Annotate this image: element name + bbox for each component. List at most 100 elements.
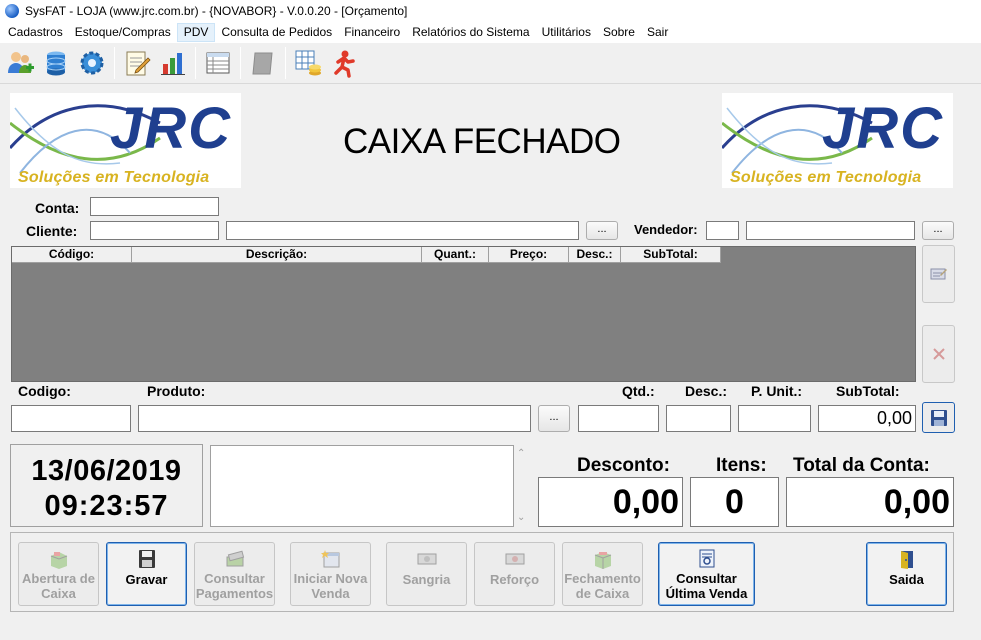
current-date: 13/06/2019 [31, 455, 182, 487]
toolbar-separator [240, 47, 241, 79]
desc-label: Desc.: [685, 383, 728, 399]
delete-item-button[interactable] [922, 325, 955, 383]
settings-gear-icon[interactable] [75, 46, 109, 80]
delete-x-icon [932, 348, 945, 360]
company-logo-right: JRC Soluções em Tecnologia [722, 93, 953, 188]
punit-input[interactable] [738, 405, 811, 432]
toolbar-separator [195, 47, 196, 79]
action-bar: Abertura de Caixa Gravar Consultar Pagam… [10, 532, 954, 612]
vendedor-search-button[interactable]: ... [922, 221, 954, 240]
bar-chart-icon[interactable] [156, 46, 190, 80]
notes-memo[interactable] [210, 445, 514, 527]
new-document-icon [320, 550, 339, 568]
consultar-pagamentos-button[interactable]: Consultar Pagamentos [194, 542, 275, 606]
menu-cadastros[interactable]: Cadastros [2, 23, 69, 42]
sangria-label: Sangria [402, 572, 451, 587]
toolbar [0, 43, 981, 84]
conta-label: Conta: [35, 200, 80, 216]
consultar-pagamentos-label: Consultar Pagamentos [195, 571, 274, 601]
produto-search-button[interactable]: ... [538, 405, 570, 432]
menu-bar: Cadastros Estoque/Compras PDV Consulta d… [0, 22, 981, 43]
menu-utilitarios[interactable]: Utilitários [536, 23, 597, 42]
window-title: SysFAT - LOJA (www.jrc.com.br) - {NOVABO… [25, 4, 408, 18]
fechamento-caixa-label: Fechamento de Caixa [564, 571, 641, 601]
total-value: 0,00 [786, 477, 954, 527]
col-preco[interactable]: Preço: [489, 247, 569, 263]
reforco-label: Reforço [489, 572, 540, 587]
desconto-label: Desconto: [577, 455, 670, 476]
punit-label: P. Unit.: [751, 383, 803, 399]
vendedor-name-field[interactable] [746, 221, 915, 240]
itens-value: 0 [690, 477, 779, 527]
notepad-edit-icon[interactable] [120, 46, 154, 80]
total-label: Total da Conta: [793, 455, 930, 476]
abertura-caixa-button[interactable]: Abertura de Caixa [18, 542, 99, 606]
conta-field[interactable] [90, 197, 219, 216]
cliente-label: Cliente: [26, 223, 78, 239]
gravar-button[interactable]: Gravar [106, 542, 187, 606]
running-man-icon[interactable] [327, 46, 361, 80]
datetime-panel: 13/06/2019 09:23:57 [10, 444, 203, 527]
calculator-coins-icon[interactable] [291, 46, 325, 80]
logo-tagline-right: Soluções em Tecnologia [730, 169, 922, 186]
money-stack-icon [226, 550, 244, 567]
edit-item-icon [930, 268, 947, 280]
grid-header: Código: Descrição: Quant.: Preço: Desc.:… [12, 247, 721, 263]
desc-input[interactable] [666, 405, 731, 432]
database-icon[interactable] [39, 46, 73, 80]
menu-sobre[interactable]: Sobre [597, 23, 641, 42]
saida-button[interactable]: Saida [866, 542, 947, 606]
cliente-name-field[interactable] [226, 221, 579, 240]
menu-financeiro[interactable]: Financeiro [338, 23, 406, 42]
col-subtotal[interactable]: SubTotal: [621, 247, 721, 263]
save-item-button[interactable] [922, 402, 955, 433]
iniciar-nova-venda-label: Iniciar Nova Venda [293, 571, 368, 601]
app-globe-icon [5, 4, 19, 18]
title-bar: SysFAT - LOJA (www.jrc.com.br) - {NOVABO… [0, 0, 981, 22]
cliente-search-button[interactable]: ... [586, 221, 618, 240]
scroll-down-icon[interactable]: ⌄ [517, 512, 525, 523]
qtd-input[interactable] [578, 405, 659, 432]
menu-consulta-pedidos[interactable]: Consulta de Pedidos [215, 23, 338, 42]
exit-door-icon [900, 551, 913, 569]
fechamento-caixa-button[interactable]: Fechamento de Caixa [562, 542, 643, 606]
spreadsheet-icon[interactable] [201, 46, 235, 80]
floppy-disk-icon [930, 409, 947, 426]
subtotal-input[interactable]: 0,00 [818, 405, 916, 432]
reforco-button[interactable]: Reforço [474, 542, 555, 606]
scroll-up-icon[interactable]: ⌃ [517, 448, 525, 459]
saida-label: Saida [889, 572, 924, 587]
edit-item-button[interactable] [922, 245, 955, 303]
current-time: 09:23:57 [44, 490, 169, 522]
cash-note-icon [417, 553, 436, 565]
vendedor-code-field[interactable] [706, 221, 739, 240]
produto-label: Produto: [147, 383, 206, 399]
caixa-status: CAIXA FECHADO [343, 122, 621, 161]
items-grid[interactable]: Código: Descrição: Quant.: Preço: Desc.:… [11, 246, 916, 382]
consultar-ultima-venda-button[interactable]: Consultar Última Venda [658, 542, 755, 606]
col-descricao[interactable]: Descrição: [132, 247, 422, 263]
itens-label: Itens: [716, 455, 767, 476]
box-open-icon [50, 552, 67, 569]
menu-sair[interactable]: Sair [641, 23, 674, 42]
col-desc[interactable]: Desc.: [569, 247, 621, 263]
codigo-input[interactable] [11, 405, 131, 432]
box-closed-icon [594, 552, 611, 569]
qtd-label: Qtd.: [622, 383, 655, 399]
vendedor-label: Vendedor: [634, 222, 698, 237]
users-add-icon[interactable] [3, 46, 37, 80]
abertura-caixa-label: Abertura de Caixa [22, 571, 95, 601]
col-codigo[interactable]: Código: [12, 247, 132, 263]
menu-pdv[interactable]: PDV [176, 23, 216, 42]
sangria-button[interactable]: Sangria [386, 542, 467, 606]
col-quant[interactable]: Quant.: [422, 247, 489, 263]
menu-estoque-compras[interactable]: Estoque/Compras [69, 23, 177, 42]
desconto-value: 0,00 [538, 477, 683, 527]
codigo-label: Codigo: [18, 383, 71, 399]
menu-relatorios[interactable]: Relatórios do Sistema [406, 23, 535, 42]
logo-text-right: JRC [822, 96, 945, 161]
iniciar-nova-venda-button[interactable]: Iniciar Nova Venda [290, 542, 371, 606]
company-logo-left: JRC Soluções em Tecnologia [10, 93, 241, 188]
produto-input[interactable] [138, 405, 531, 432]
cliente-code-field[interactable] [90, 221, 219, 240]
